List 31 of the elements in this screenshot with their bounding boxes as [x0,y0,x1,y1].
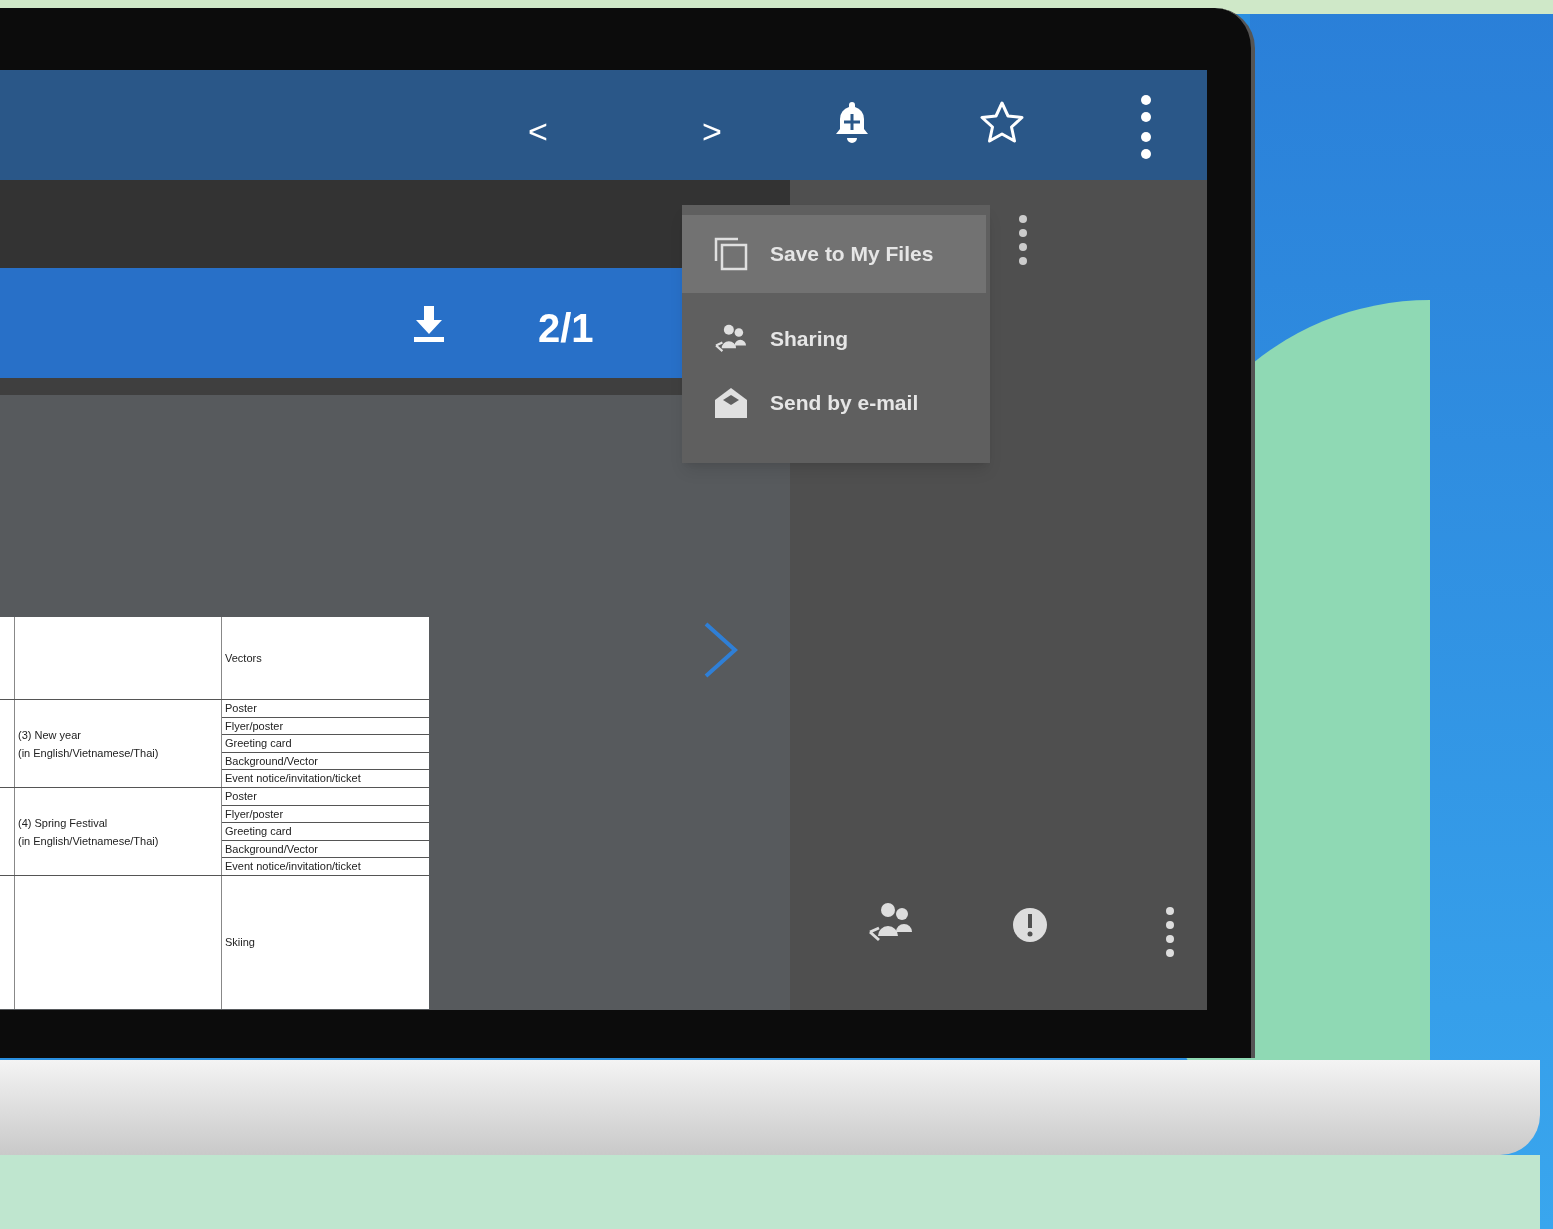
star-icon[interactable] [980,101,1024,143]
envelope-icon [715,388,747,418]
table-cell-text: Skiing [225,935,255,951]
more-icon[interactable] [1165,906,1175,958]
menu-item[interactable]: Send by e-mail [682,371,986,435]
more-icon[interactable] [1139,93,1153,161]
alert-icon[interactable] [1012,907,1048,943]
table-cell-text: Background/Vector [225,753,318,769]
table-cell-text: Event notice/invitation/ticket [225,771,361,787]
table-cell-text: Background/Vector [225,841,318,857]
more-icon[interactable] [1018,214,1028,266]
category-cell-text: (4) Spring Festival (in English/Vietnamese/Thai) [18,815,159,849]
table-cell-text: Flyer/poster [225,718,284,734]
table-cell-text: Greeting card [225,736,292,752]
people-share-icon [714,324,748,354]
table-cell-text: Event notice/invitation/ticket [225,859,361,875]
copy-icon [714,237,748,271]
download-icon[interactable] [414,306,444,342]
table-cell-text: Flyer/poster [225,806,284,822]
page-counter: 2/1 [538,305,594,352]
category-cell-text: (3) New year (in English/Vietnamese/Thai) [18,727,159,761]
menu-item[interactable]: Sharing [682,307,986,371]
bell-plus-icon[interactable] [834,102,870,144]
people-share-icon[interactable] [868,902,914,944]
table-cell-text: Poster [225,701,257,717]
table-cell-text: Greeting card [225,824,292,840]
table-cell-text: Poster [225,789,257,805]
previous-button[interactable]: < [528,106,548,157]
table-cell-text: Vectors [225,650,262,666]
next-button[interactable]: > [702,106,722,157]
menu-item[interactable]: Save to My Files [682,215,986,293]
